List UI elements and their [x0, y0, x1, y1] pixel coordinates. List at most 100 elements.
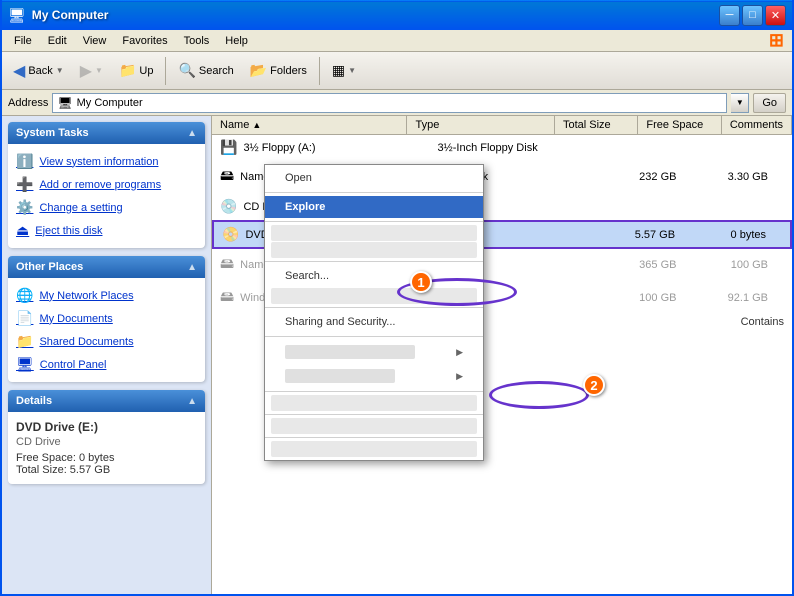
file-name-cell: 💾 3½ Floppy (A:): [212, 137, 429, 158]
views-button[interactable]: ▦ ▼: [325, 58, 363, 83]
left-panel: System Tasks ▲ ℹ️ View system informatio…: [2, 116, 212, 596]
control-panel-link[interactable]: 🖥 Control Panel: [12, 353, 201, 376]
minimize-button[interactable]: ─: [719, 5, 740, 26]
address-label: Address: [8, 97, 48, 109]
file-total-cell: [593, 205, 685, 209]
menu-edit[interactable]: Edit: [40, 33, 75, 49]
add-remove-programs-link[interactable]: ➕ Add or remove programs: [12, 173, 201, 196]
ctx-search[interactable]: Search...: [265, 265, 483, 287]
system-tasks-collapse-icon: ▲: [187, 128, 197, 139]
address-input[interactable]: 🖥 My Computer: [52, 93, 727, 113]
file-list-header: Name ▲ Type Total Size Free Space Commen…: [212, 116, 792, 135]
address-bar: Address 🖥 My Computer ▼ Go: [2, 90, 792, 116]
views-dropdown-icon[interactable]: ▼: [348, 66, 356, 75]
file-total-cell: 5.57 GB: [592, 227, 683, 243]
folders-label: Folders: [270, 65, 307, 77]
windows-logo-icon: ⊞: [769, 30, 784, 51]
ctx-separator-6: [265, 391, 483, 392]
file-free-cell: 100 GB: [684, 257, 776, 273]
eject-disk-label: Eject this disk: [35, 225, 102, 237]
column-header-name[interactable]: Name ▲: [212, 116, 407, 134]
file-free-cell: [684, 205, 776, 209]
shared-icon: 📁: [16, 333, 33, 350]
cd-icon: 💿: [220, 198, 237, 215]
menu-help[interactable]: Help: [217, 33, 256, 49]
col-free-label: Free Space: [646, 119, 703, 131]
address-icon: 🖥: [57, 96, 72, 110]
change-setting-link[interactable]: ⚙️ Change a setting: [12, 196, 201, 219]
details-drive-type: CD Drive: [16, 436, 197, 448]
column-header-free[interactable]: Free Space: [638, 116, 721, 134]
file-total-cell: [593, 146, 685, 150]
folders-icon: 📂: [250, 62, 267, 79]
col-comment-label: Comments: [730, 119, 783, 131]
eject-disk-link[interactable]: ⏏ Eject this disk: [12, 219, 201, 242]
menu-file[interactable]: File: [6, 33, 40, 49]
ctx-separator-2: [265, 221, 483, 222]
back-button[interactable]: ◀ Back ▼: [6, 57, 71, 85]
ctx-sharing[interactable]: Sharing and Security...: [265, 311, 483, 333]
other-places-panel: Other Places ▲ 🌐 My Network Places 📄 My …: [8, 256, 205, 382]
floppy-icon: 💾: [220, 139, 237, 156]
up-button[interactable]: 📁 Up: [112, 58, 161, 83]
col-name-sort-icon: ▲: [252, 120, 261, 130]
shared-documents-label: Shared Documents: [39, 336, 133, 348]
main-area: System Tasks ▲ ℹ️ View system informatio…: [2, 116, 792, 596]
file-free-cell: 92.1 GB: [684, 290, 776, 306]
column-header-comment[interactable]: Comments: [722, 116, 792, 134]
up-label: Up: [139, 65, 153, 77]
search-button[interactable]: 🔍 Search: [171, 58, 240, 83]
file-comment-cell: [774, 233, 790, 237]
system-tasks-header[interactable]: System Tasks ▲: [8, 122, 205, 144]
view-system-info-link[interactable]: ℹ️ View system information: [12, 150, 201, 173]
my-documents-label: My Documents: [39, 313, 112, 325]
ctx-separator-4: [265, 307, 483, 308]
view-system-info-label: View system information: [39, 156, 158, 168]
annotation-number-2: 2: [583, 374, 605, 396]
details-header[interactable]: Details ▲: [8, 390, 205, 412]
close-button[interactable]: ✕: [765, 5, 786, 26]
column-header-total[interactable]: Total Size: [555, 116, 638, 134]
window-icon: 🖥: [8, 7, 26, 24]
menu-view[interactable]: View: [75, 33, 115, 49]
my-network-places-link[interactable]: 🌐 My Network Places: [12, 284, 201, 307]
ctx-blurred-8: [271, 441, 477, 457]
back-dropdown-icon[interactable]: ▼: [56, 66, 64, 75]
ctx-open[interactable]: Open: [265, 167, 483, 189]
back-label: Back: [28, 65, 52, 77]
file-total-cell: 232 GB: [593, 169, 685, 185]
up-icon: 📁: [119, 62, 136, 79]
ctx-separator-3: [265, 261, 483, 262]
table-row[interactable]: 💾 3½ Floppy (A:) 3½-Inch Floppy Disk: [212, 135, 792, 161]
menu-favorites[interactable]: Favorites: [114, 33, 175, 49]
search-icon: 🔍: [178, 62, 195, 79]
shared-documents-link[interactable]: 📁 Shared Documents: [12, 330, 201, 353]
col-name-label: Name: [220, 119, 249, 131]
my-documents-link[interactable]: 📄 My Documents: [12, 307, 201, 330]
address-value: My Computer: [77, 97, 143, 109]
maximize-button[interactable]: □: [742, 5, 763, 26]
ctx-blurred-1: [271, 225, 477, 241]
right-panel[interactable]: Name ▲ Type Total Size Free Space Commen…: [212, 116, 792, 596]
file-free-cell: [684, 146, 776, 150]
dvd-icon: 📀: [222, 226, 239, 243]
forward-button[interactable]: ▶ ▼: [73, 57, 110, 85]
context-menu[interactable]: Open Explore Search... Sharing and Secur…: [264, 164, 484, 461]
column-header-type[interactable]: Type: [407, 116, 554, 134]
system-tasks-title: System Tasks: [16, 127, 89, 139]
go-button[interactable]: Go: [753, 93, 786, 113]
details-panel: Details ▲ DVD Drive (E:) CD Drive Free S…: [8, 390, 205, 484]
forward-dropdown-icon[interactable]: ▼: [95, 66, 103, 75]
change-setting-label: Change a setting: [39, 202, 122, 214]
ctx-explore[interactable]: Explore: [265, 196, 483, 218]
details-title-label: Details: [16, 395, 52, 407]
search-label: Search: [199, 65, 234, 77]
file-type-cell: 3½-Inch Floppy Disk: [429, 140, 592, 156]
menu-tools[interactable]: Tools: [176, 33, 218, 49]
address-dropdown[interactable]: ▼: [731, 93, 749, 113]
ctx-separator-1: [265, 192, 483, 193]
other-places-header[interactable]: Other Places ▲: [8, 256, 205, 278]
control-icon: 🖥: [16, 356, 34, 373]
col-total-label: Total Size: [563, 119, 611, 131]
folders-button[interactable]: 📂 Folders: [243, 58, 314, 83]
